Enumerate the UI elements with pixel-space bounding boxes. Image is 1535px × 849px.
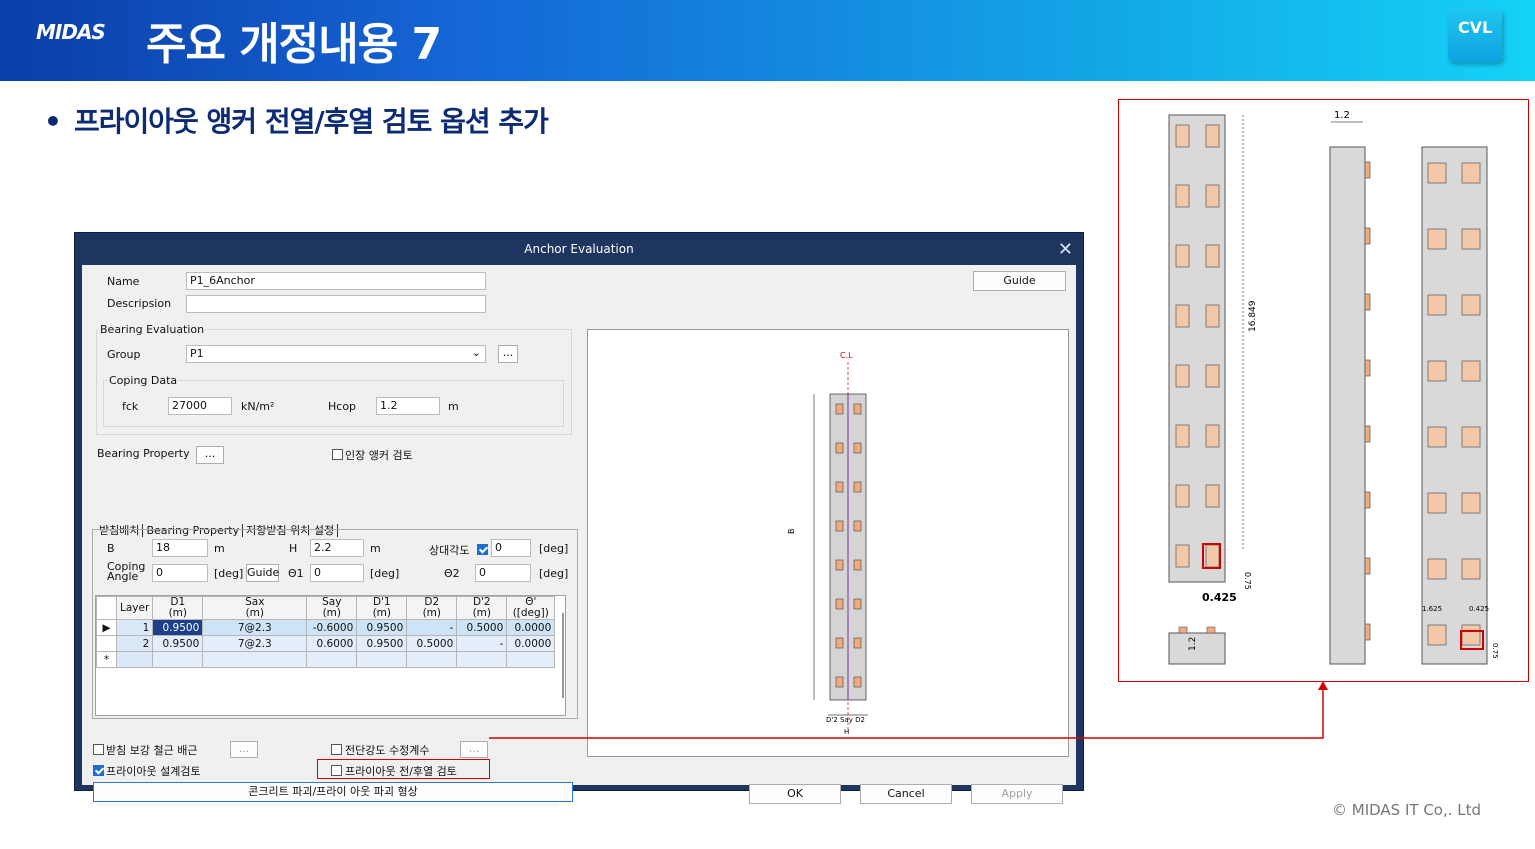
anchor-icon	[1427, 624, 1447, 646]
anchor-icon	[1175, 424, 1190, 448]
anchor-icon	[1461, 426, 1481, 448]
anchor-icon	[1427, 294, 1447, 316]
anchor-icon	[1461, 228, 1481, 250]
anchor-icon	[1461, 624, 1481, 646]
anchor-icon	[1175, 184, 1190, 208]
dim-b: 1.625	[1422, 605, 1442, 613]
pryout-figure: 16.849 0.75 0.425 1.2 1.2 1.625 0.425 0.…	[1168, 110, 1499, 665]
anchor-icon	[1427, 558, 1447, 580]
pryout-figure-panel: 16.849 0.75 0.425 1.2 1.2 1.625 0.425 0.…	[1118, 99, 1529, 682]
anchor-icon	[1175, 304, 1190, 328]
plate-icon	[1364, 425, 1371, 443]
anchor-icon	[1175, 484, 1190, 508]
anchor-icon	[1205, 364, 1220, 388]
anchor-icon	[1427, 492, 1447, 514]
anchor-icon	[1205, 484, 1220, 508]
anchor-icon	[1461, 558, 1481, 580]
edge-dim: 0.75	[1243, 572, 1252, 590]
plate-icon	[1364, 359, 1371, 377]
anchor-icon	[1175, 544, 1190, 568]
width-dim: 1.2	[1334, 110, 1350, 121]
spacing-dim: 0.425	[1202, 591, 1237, 604]
anchor-icon	[1427, 360, 1447, 382]
length-dim: 16.849	[1248, 300, 1258, 332]
anchor-icon	[1205, 124, 1220, 148]
anchor-icon	[1175, 244, 1190, 268]
anchor-icon	[1175, 364, 1190, 388]
edge-dim-right: 0.75	[1491, 643, 1499, 659]
anchor-icon	[1205, 304, 1220, 328]
plate-icon	[1364, 491, 1371, 509]
plate-icon	[1364, 161, 1371, 179]
anchor-icon	[1205, 544, 1220, 568]
anchor-icon	[1427, 162, 1447, 184]
dim-c: 0.425	[1469, 605, 1489, 613]
anchor-icon	[1205, 184, 1220, 208]
anchor-icon	[1427, 228, 1447, 250]
coping-dim: 1.2	[1188, 637, 1198, 651]
copyright: © MIDAS IT Co,. Ltd	[1332, 801, 1482, 819]
anchor-icon	[1461, 294, 1481, 316]
anchor-icon	[1461, 492, 1481, 514]
plate-icon	[1364, 227, 1371, 245]
anchor-icon	[1427, 426, 1447, 448]
plate-icon	[1364, 623, 1371, 641]
anchor-icon	[1205, 244, 1220, 268]
plate-icon	[1364, 557, 1371, 575]
anchor-icon	[1461, 162, 1481, 184]
plate-icon	[1364, 293, 1371, 311]
anchor-icon	[1175, 124, 1190, 148]
anchor-icon	[1461, 360, 1481, 382]
anchor-icon	[1205, 424, 1220, 448]
